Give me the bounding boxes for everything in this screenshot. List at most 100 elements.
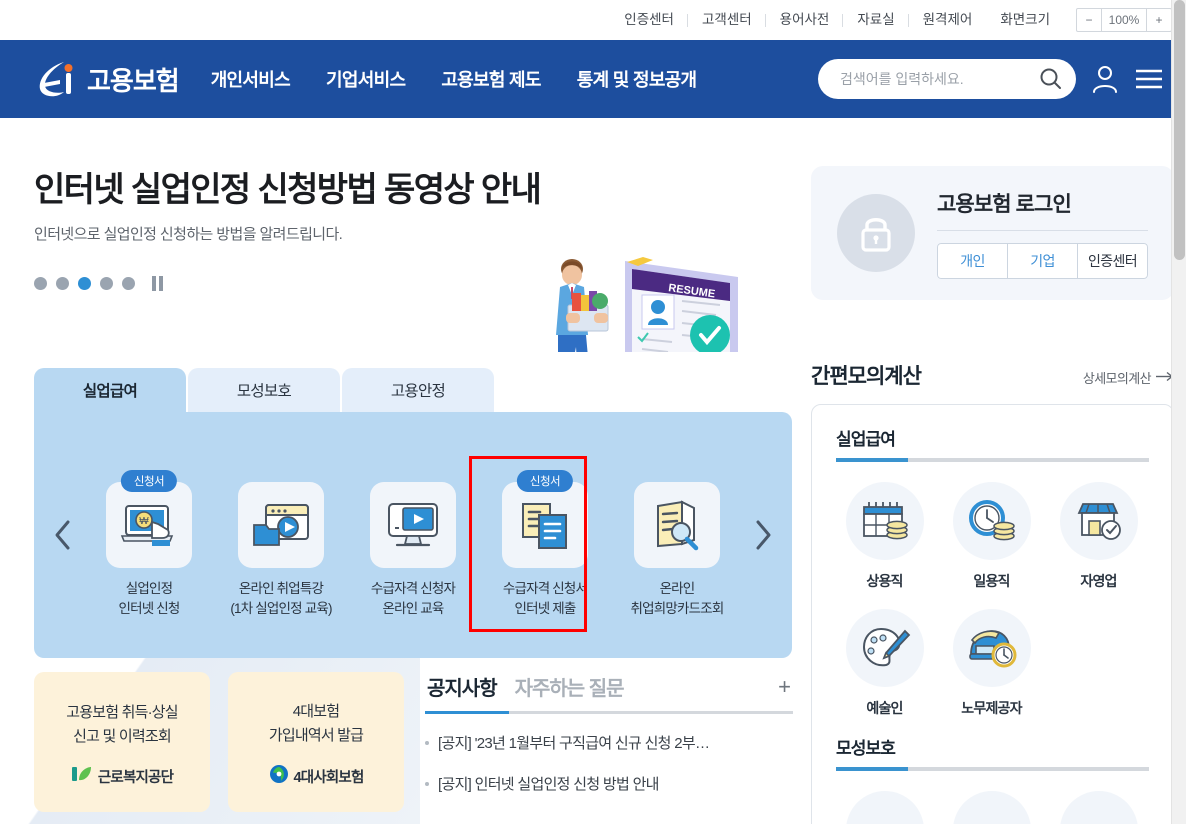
calculator-section-title-unemployment: 실업급여 (836, 430, 896, 449)
calc-item-label: 노무제공자 (961, 700, 1022, 716)
login-divider (937, 229, 1148, 231)
detailed-calculator-label: 상세모의계산 (1082, 371, 1152, 386)
detailed-calculator-link[interactable]: 상세모의계산 (1083, 368, 1174, 387)
notice-section: 공지사항 자주하는 질문 + [공지] '23년 1월부터 구직급여 신규 신청… (425, 672, 793, 814)
scrollbar-thumb[interactable] (1174, 0, 1185, 260)
calculator-header: 간편모의계산 상세모의계산 (811, 360, 1174, 390)
quick-link-employment-insurance-history[interactable]: 고용보험 취득·상실 신고 및 이력조회 근로복지공단 (34, 672, 210, 812)
top-utility-bar: 인증센터 고객센터 용어사전 자료실 원격제어 화면크기 − 100% + (0, 0, 1186, 40)
calendar-coins-icon (845, 482, 924, 560)
quick-link-section: 고용보험 취득·상실 신고 및 이력조회 근로복지공단 4대보험 가입내역서 발… (34, 672, 404, 812)
card-badge-application-form: 신청서 (120, 469, 178, 492)
section-underline (836, 458, 1149, 462)
calc-item-maternity-placeholder-3[interactable] (1050, 791, 1147, 824)
card-badge-application-form: 신청서 (516, 469, 574, 492)
calc-item-label: 예술인 (866, 700, 903, 716)
user-account-icon[interactable] (1090, 63, 1120, 95)
service-card-employment-hope-card[interactable]: 온라인 취업희망카드조회 (614, 468, 740, 618)
document-search-icon (634, 481, 720, 568)
notice-list-item[interactable]: [공지] 인터넷 실업인정 신청 방법 안내 (425, 773, 793, 794)
clock-coins-icon (952, 482, 1031, 560)
calc-item-self-employed[interactable]: 자영업 (1050, 482, 1147, 591)
notice-tabs: 공지사항 자주하는 질문 + (425, 672, 793, 711)
hero-dot-3[interactable] (78, 276, 91, 290)
service-card-online-job-lecture[interactable]: 온라인 취업특강 (1차 실업인정 교육) (218, 468, 344, 618)
laptop-hand-won-icon: ₩ (106, 481, 192, 568)
search-box[interactable] (818, 59, 1076, 99)
login-button-personal[interactable]: 개인 (937, 242, 1008, 279)
login-button-business[interactable]: 기업 (1007, 242, 1078, 279)
ei-logo-icon (34, 59, 78, 99)
nav-item-personal-service[interactable]: 개인서비스 (211, 66, 291, 92)
zoom-out-button[interactable]: − (1077, 9, 1102, 31)
nav-item-business-service[interactable]: 기업서비스 (326, 66, 406, 92)
hamburger-menu-icon[interactable] (1134, 66, 1164, 92)
4insurance-logo-icon (269, 764, 289, 789)
tab-unemployment-benefit[interactable]: 실업급여 (34, 368, 186, 412)
hero-dot-5[interactable] (122, 276, 135, 290)
tab-employment-stability[interactable]: 고용안정 (342, 368, 494, 412)
topbar-link-remote-control[interactable]: 원격제어 (909, 13, 987, 27)
lock-icon (837, 194, 915, 272)
quick-link-org-name: 근로복지공단 (97, 769, 174, 786)
calc-item-label: 상용직 (866, 573, 903, 589)
calc-item-daily-worker[interactable]: 일용직 (943, 482, 1040, 591)
carousel-next-button[interactable] (740, 518, 786, 552)
quick-link-organization: 근로복지공단 (71, 765, 174, 788)
browser-play-folder-icon (238, 481, 324, 568)
service-card-eligibility-application-submit[interactable]: 신청서 수급자격 신청서 인터넷 제출 (469, 455, 608, 633)
notice-more-plus-icon[interactable]: + (778, 674, 791, 710)
service-card-label: 실업인정 인터넷 신청 (118, 580, 180, 616)
site-logo[interactable]: 고용보험 (34, 59, 180, 99)
service-card-unemployment-recognition[interactable]: 신청서 ₩ 실업인정 인터넷 신청 (86, 468, 212, 618)
service-carousel: 신청서 ₩ 실업인정 인터넷 신청 온라인 취업특강 (1차 실업인정 교육) … (34, 412, 792, 658)
search-input[interactable] (840, 71, 1038, 87)
tab-faq[interactable]: 자주하는 질문 (515, 672, 625, 711)
hero-dot-1[interactable] (34, 276, 47, 290)
topbar-link-customer-center[interactable]: 고객센터 (688, 13, 766, 27)
hero-dot-4[interactable] (100, 276, 113, 290)
notice-list: [공지] '23년 1월부터 구직급여 신규 신청 2부… [공지] 인터넷 실… (425, 732, 793, 794)
hero-illustration: RESUME (520, 243, 760, 352)
calculator-card: 실업급여 상용직 일용직 자영업 예술인 노무제공자 모성보호 (811, 404, 1174, 824)
nav-item-statistics-info[interactable]: 통계 및 정보공개 (577, 66, 697, 92)
carousel-prev-button[interactable] (40, 518, 86, 552)
hero-pause-button[interactable] (152, 275, 163, 291)
calc-item-maternity-placeholder-1[interactable] (836, 791, 933, 824)
service-card-applicant-online-education[interactable]: 수급자격 신청자 온라인 교육 (350, 468, 476, 618)
calc-item-labor-provider[interactable]: 노무제공자 (943, 609, 1040, 718)
service-card-label: 수급자격 신청서 인터넷 제출 (502, 580, 588, 616)
maternity-icon-placeholder (845, 791, 924, 824)
svg-text:₩: ₩ (139, 516, 149, 527)
quick-link-org-name: 4대사회보험 (293, 769, 365, 786)
tab-notice[interactable]: 공지사항 (427, 672, 498, 711)
search-icon[interactable] (1038, 66, 1064, 92)
kcomwel-logo-icon (71, 765, 93, 788)
service-card-label: 온라인 취업특강 (1차 실업인정 교육) (230, 580, 332, 616)
topbar-link-certification-center[interactable]: 인증센터 (610, 13, 688, 27)
service-card-label: 온라인 취업희망카드조회 (630, 580, 725, 616)
helmet-clock-icon (952, 609, 1031, 687)
nav-item-insurance-system[interactable]: 고용보험 제도 (441, 66, 541, 92)
login-button-group: 개인 기업 인증센터 (937, 242, 1148, 279)
topbar-link-glossary[interactable]: 용어사전 (766, 13, 844, 27)
calc-item-artist[interactable]: 예술인 (836, 609, 933, 718)
quick-link-4major-insurance-certificate[interactable]: 4대보험 가입내역서 발급 4대사회보험 (228, 672, 404, 812)
site-header: 고용보험 개인서비스 기업서비스 고용보험 제도 통계 및 정보공개 (0, 40, 1186, 118)
calc-item-maternity-placeholder-2[interactable] (943, 791, 1040, 824)
page-scrollbar[interactable] (1171, 0, 1186, 824)
notice-list-item[interactable]: [공지] '23년 1월부터 구직급여 신규 신청 2부… (425, 732, 793, 753)
service-tabs: 실업급여 모성보호 고용안정 (34, 368, 792, 412)
tab-maternity-protection[interactable]: 모성보호 (188, 368, 340, 412)
maternity-icon-placeholder (1059, 791, 1138, 824)
calc-item-label: 일용직 (973, 573, 1010, 589)
calc-item-regular-worker[interactable]: 상용직 (836, 482, 933, 591)
login-button-certification-center[interactable]: 인증센터 (1077, 242, 1148, 279)
quick-link-title: 4대보험 가입내역서 발급 (268, 702, 364, 744)
topbar-link-archive[interactable]: 자료실 (843, 13, 909, 27)
hero-dot-2[interactable] (56, 276, 69, 290)
login-card: 고용보험 로그인 개인 기업 인증센터 (811, 166, 1174, 300)
zoom-in-button[interactable]: + (1146, 9, 1171, 31)
calculator-item-grid-maternity (836, 791, 1149, 824)
zoom-level-value: 100% (1108, 13, 1140, 27)
